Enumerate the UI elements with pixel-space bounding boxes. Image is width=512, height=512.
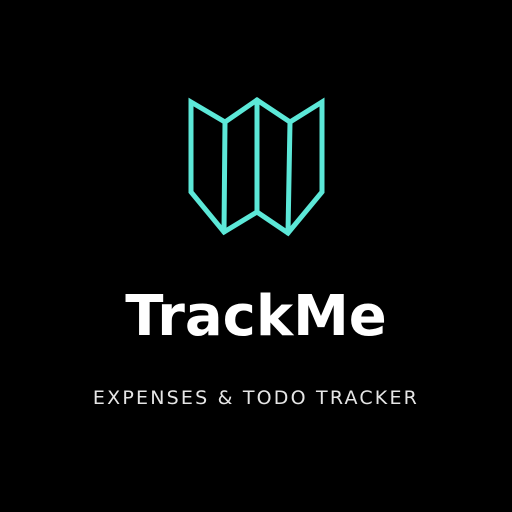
app-tagline: EXPENSES & TODO TRACKER [92, 387, 420, 409]
app-title: TrackMe [125, 284, 387, 349]
folded-map-icon [188, 96, 325, 237]
splash-screen: TrackMe EXPENSES & TODO TRACKER [0, 0, 512, 512]
